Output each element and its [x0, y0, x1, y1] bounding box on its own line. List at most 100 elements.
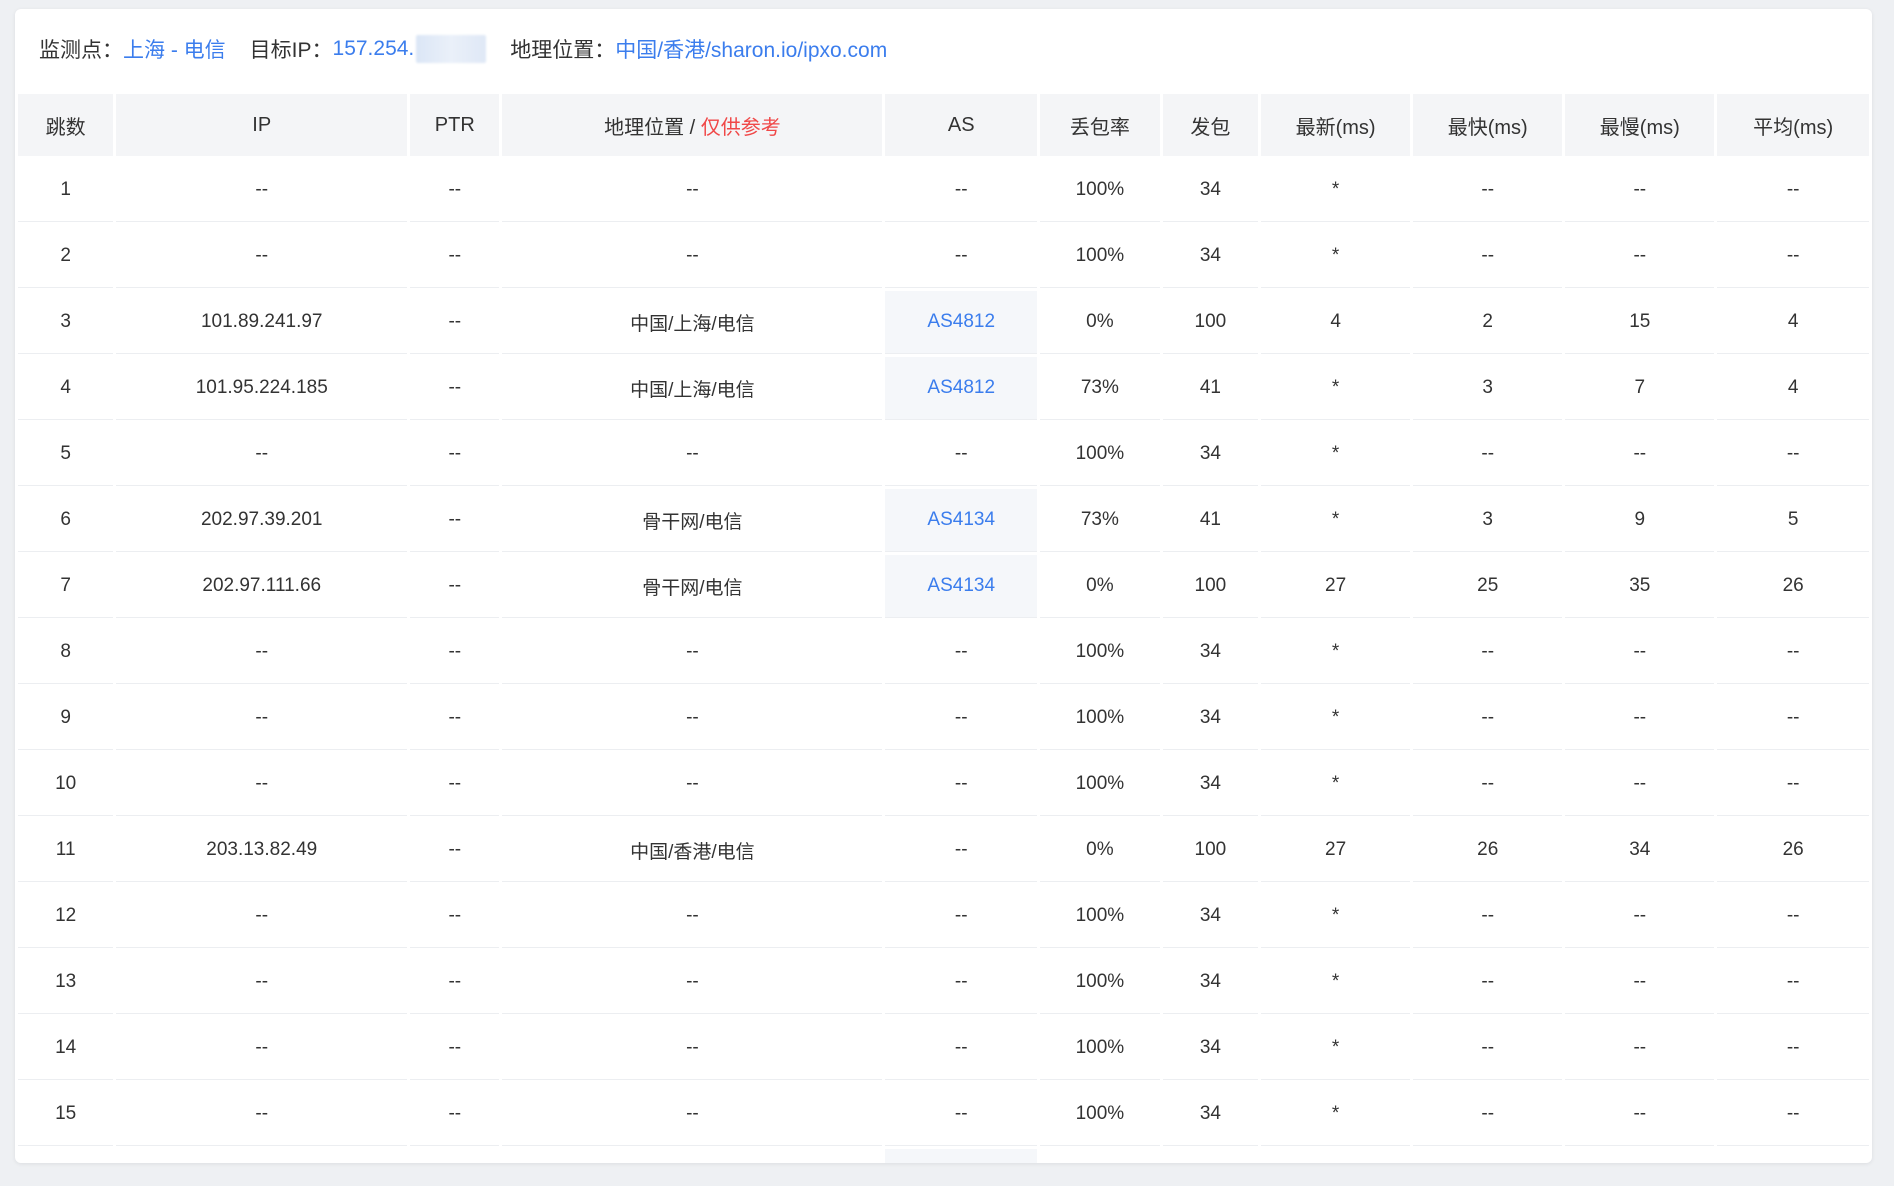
cell-loss: 100%	[1039, 1017, 1160, 1080]
cell-worst: --	[1565, 1017, 1715, 1080]
table-row: 10 -- -- -- -- 100% 34 * -- -- --	[18, 753, 1869, 816]
cell-ip: --	[116, 621, 408, 684]
cell-as: --	[885, 159, 1037, 222]
cell-ptr: --	[410, 885, 500, 948]
cell-worst: 9	[1565, 489, 1715, 552]
target-value: 157.254.	[332, 37, 415, 60]
cell-geo: 中国/上海/电信	[502, 291, 883, 354]
as-link[interactable]: AS4134	[927, 509, 995, 530]
cell-geo: --	[502, 1017, 883, 1080]
traceroute-card: 监测点： 上海 - 电信 目标IP： 157.254. 地理位置： 中国/香港/…	[15, 9, 1872, 1163]
cell-last: 27	[1261, 555, 1411, 618]
cell-hop: 4	[18, 357, 114, 420]
col-avg: 平均(ms)	[1717, 94, 1869, 156]
cell-best: --	[1413, 687, 1563, 750]
cell-avg: --	[1717, 687, 1869, 750]
cell-geo: --	[502, 159, 883, 222]
cell-sent: 100	[1163, 1149, 1258, 1163]
cell-as: --	[885, 225, 1037, 288]
cell-loss: 73%	[1039, 489, 1160, 552]
cell-as: AS396856	[885, 1149, 1037, 1163]
cell-last: *	[1261, 621, 1411, 684]
cell-as: AS4812	[885, 291, 1037, 354]
cell-best: 3	[1413, 489, 1563, 552]
cell-avg: --	[1717, 885, 1869, 948]
cell-loss: 100%	[1039, 225, 1160, 288]
cell-avg: 25	[1717, 1149, 1869, 1163]
cell-loss: 0%	[1039, 555, 1160, 618]
cell-best: --	[1413, 1017, 1563, 1080]
cell-worst: 35	[1565, 555, 1715, 618]
cell-geo: --	[502, 621, 883, 684]
cell-ptr: --	[410, 159, 500, 222]
cell-loss: 0%	[1039, 819, 1160, 882]
table-header-row: 跳数 IP PTR 地理位置 / 仅供参考 AS 丢包率 发包 最新(ms) 最…	[18, 94, 1869, 156]
cell-worst: 15	[1565, 291, 1715, 354]
cell-sent: 100	[1162, 819, 1259, 882]
cell-hop: 11	[18, 819, 114, 882]
cell-ip: 101.95.224.185	[116, 357, 408, 420]
cell-hop: 3	[18, 291, 114, 354]
cell-geo: --	[502, 885, 883, 948]
cell-hop: 14	[18, 1017, 114, 1080]
cell-ptr: --	[410, 621, 500, 684]
cell-ptr: --	[410, 225, 500, 288]
cell-ip: --	[116, 951, 408, 1014]
cell-ptr: --	[410, 819, 500, 882]
cell-ip: --	[116, 753, 408, 816]
col-ip: IP	[116, 94, 408, 156]
cell-best: 2	[1413, 291, 1563, 354]
col-worst: 最慢(ms)	[1565, 94, 1715, 156]
cell-geo: --	[502, 1083, 883, 1146]
table-row: 4 101.95.224.185 -- 中国/上海/电信 AS4812 73% 41 * 3 7 4	[18, 357, 1869, 420]
cell-last: *	[1261, 687, 1411, 750]
table-body: 1 -- -- -- -- 100% 34 * -- -- -- 2 -- -- -- -- 100% 34 * --…	[18, 159, 1869, 1163]
cell-ip: --	[116, 1083, 408, 1146]
cell-hop: 16	[18, 1149, 113, 1163]
table-row: 9 -- -- -- -- 100% 34 * -- -- --	[18, 687, 1869, 750]
cell-last: *	[1261, 489, 1411, 552]
col-geo-label: 地理位置 /	[604, 116, 701, 139]
as-link[interactable]: AS4812	[927, 311, 995, 332]
monitor-value-link[interactable]: 上海 - 电信	[123, 34, 226, 64]
cell-avg: --	[1717, 753, 1869, 816]
cell-loss: 100%	[1039, 159, 1160, 222]
cell-avg: --	[1717, 225, 1869, 288]
cell-best: 26	[1413, 819, 1563, 882]
cell-hop: 2	[18, 225, 114, 288]
cell-hop: 1	[18, 159, 114, 222]
cell-as: --	[885, 687, 1037, 750]
cell-sent: 34	[1162, 885, 1259, 948]
cell-loss: 100%	[1039, 885, 1160, 948]
cell-avg: --	[1717, 951, 1869, 1014]
table-row: 8 -- -- -- -- 100% 34 * -- -- --	[18, 621, 1869, 684]
as-link[interactable]: AS4134	[927, 575, 995, 596]
cell-geo: --	[502, 951, 883, 1014]
col-loss: 丢包率	[1039, 94, 1160, 156]
cell-geo: 中国/上海/电信	[502, 357, 883, 420]
cell-worst: --	[1565, 159, 1715, 222]
cell-sent: 100	[1162, 291, 1259, 354]
table-row: 1 -- -- -- -- 100% 34 * -- -- --	[18, 159, 1869, 222]
cell-ptr: --	[410, 1149, 499, 1163]
cell-worst: --	[1565, 1083, 1715, 1146]
cell-ip: 101.89.241.97	[116, 291, 408, 354]
geo-value-link[interactable]: 中国/香港/sharon.io/ipxo.com	[615, 34, 887, 64]
cell-sent: 34	[1162, 159, 1259, 222]
as-link[interactable]: AS4812	[927, 377, 995, 398]
cell-as: --	[885, 951, 1037, 1014]
cell-worst: --	[1565, 225, 1715, 288]
cell-ptr: --	[410, 1017, 500, 1080]
cell-last: *	[1261, 1083, 1411, 1146]
monitor-label: 监测点：	[39, 39, 123, 62]
cell-avg: --	[1717, 621, 1869, 684]
cell-geo: --	[502, 687, 883, 750]
cell-ip: 157.254.	[116, 1149, 407, 1163]
col-geo: 地理位置 / 仅供参考	[502, 94, 883, 156]
cell-best: --	[1413, 159, 1563, 222]
cell-ptr: --	[410, 1083, 500, 1146]
col-last: 最新(ms)	[1261, 94, 1411, 156]
table-row: 5 -- -- -- -- 100% 34 * -- -- --	[18, 423, 1869, 486]
summary-bar: 监测点： 上海 - 电信 目标IP： 157.254. 地理位置： 中国/香港/…	[15, 9, 1872, 89]
table-row: 11 203.13.82.49 -- 中国/香港/电信 -- 0% 100 27 26 34 26	[18, 819, 1869, 882]
